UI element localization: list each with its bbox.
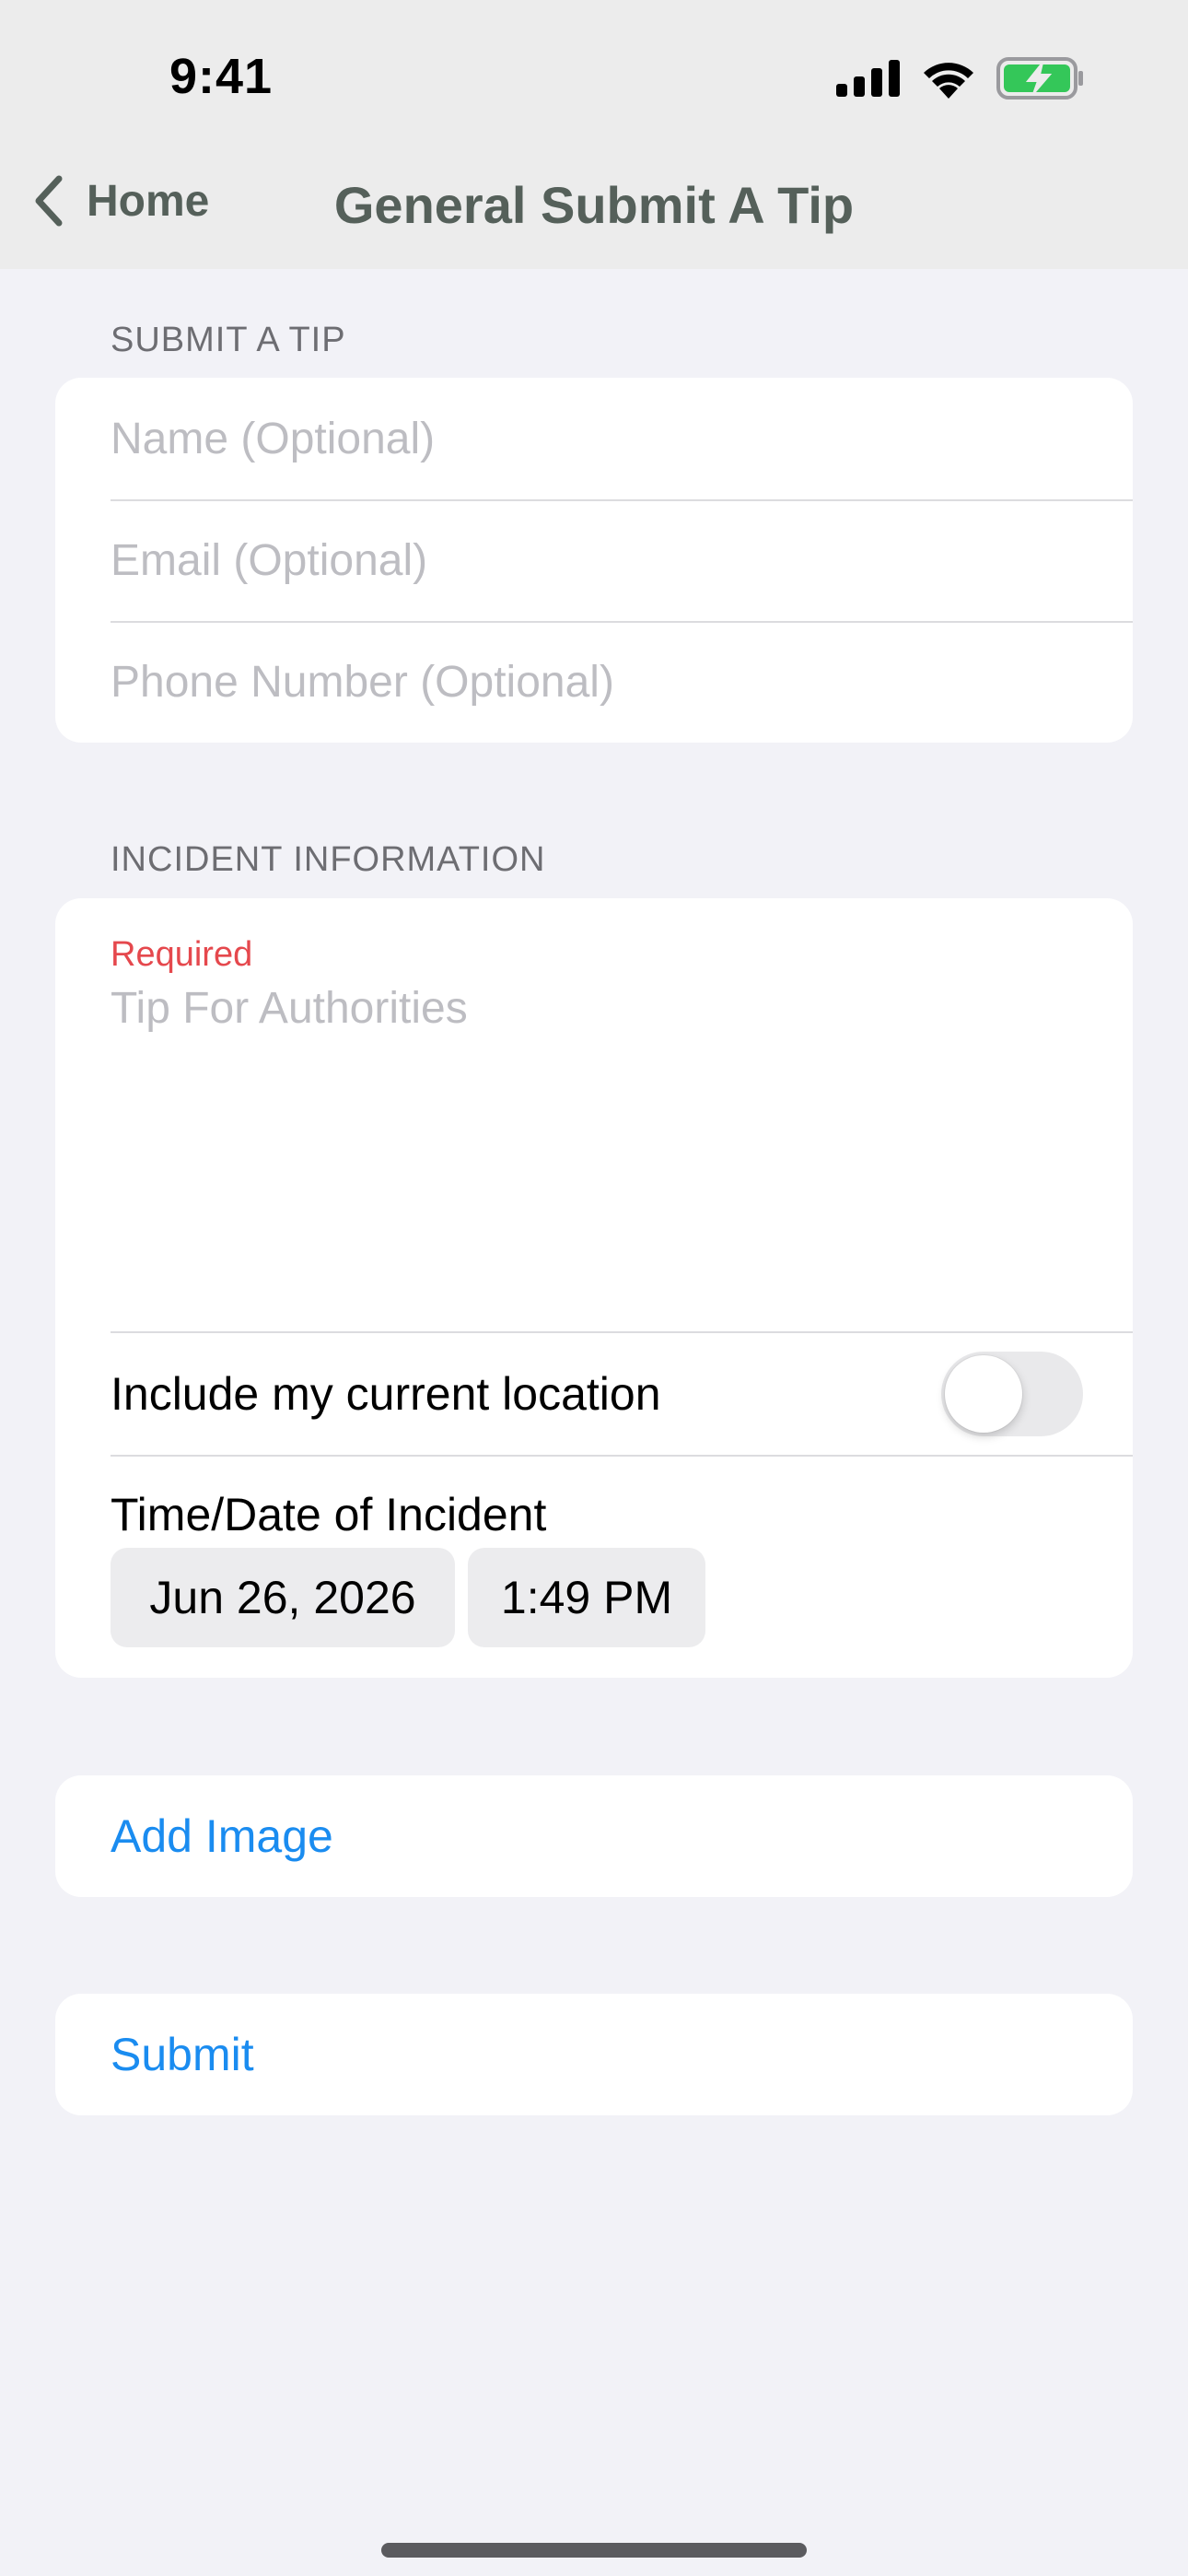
time-picker-button[interactable]: 1:49 PM — [468, 1548, 705, 1647]
battery-charging-icon — [996, 57, 1083, 100]
email-field[interactable] — [111, 534, 1133, 586]
phone-field[interactable] — [111, 656, 1133, 708]
location-label: Include my current location — [111, 1368, 661, 1420]
wifi-icon — [924, 63, 973, 99]
home-indicator — [381, 2543, 807, 2558]
tip-textarea[interactable] — [111, 972, 1087, 1304]
toggle-knob — [945, 1355, 1022, 1433]
datetime-label: Time/Date of Incident — [111, 1489, 547, 1540]
section-header-submit-tip: SUBMIT A TIP — [111, 321, 346, 359]
add-image-label: Add Image — [111, 1810, 333, 1862]
name-row — [55, 378, 1133, 499]
date-picker-button[interactable]: Jun 26, 2026 — [111, 1548, 455, 1647]
submit-button[interactable]: Submit — [55, 1994, 1133, 2115]
cellular-signal-icon — [836, 60, 900, 97]
divider — [111, 1455, 1133, 1457]
status-time: 9:41 — [169, 49, 274, 104]
location-toggle[interactable] — [941, 1352, 1083, 1436]
required-label: Required — [111, 935, 253, 974]
contact-info-card — [55, 378, 1133, 743]
location-row: Include my current location — [111, 1333, 1133, 1455]
top-bar: 9:41 Home General Submit A Tip — [0, 0, 1188, 269]
email-row — [55, 499, 1133, 621]
submit-label: Submit — [111, 2029, 254, 2080]
incident-info-card: Required Include my current location Tim… — [55, 898, 1133, 1678]
add-image-button[interactable]: Add Image — [55, 1775, 1133, 1897]
page-title: General Submit A Tip — [333, 176, 855, 234]
name-field[interactable] — [111, 413, 1133, 464]
status-icons — [836, 57, 1085, 100]
section-header-incident: INCIDENT INFORMATION — [111, 840, 546, 879]
phone-row — [55, 621, 1133, 743]
screen: 9:41 Home General Submit A Tip SUBMIT A … — [0, 0, 1188, 2576]
